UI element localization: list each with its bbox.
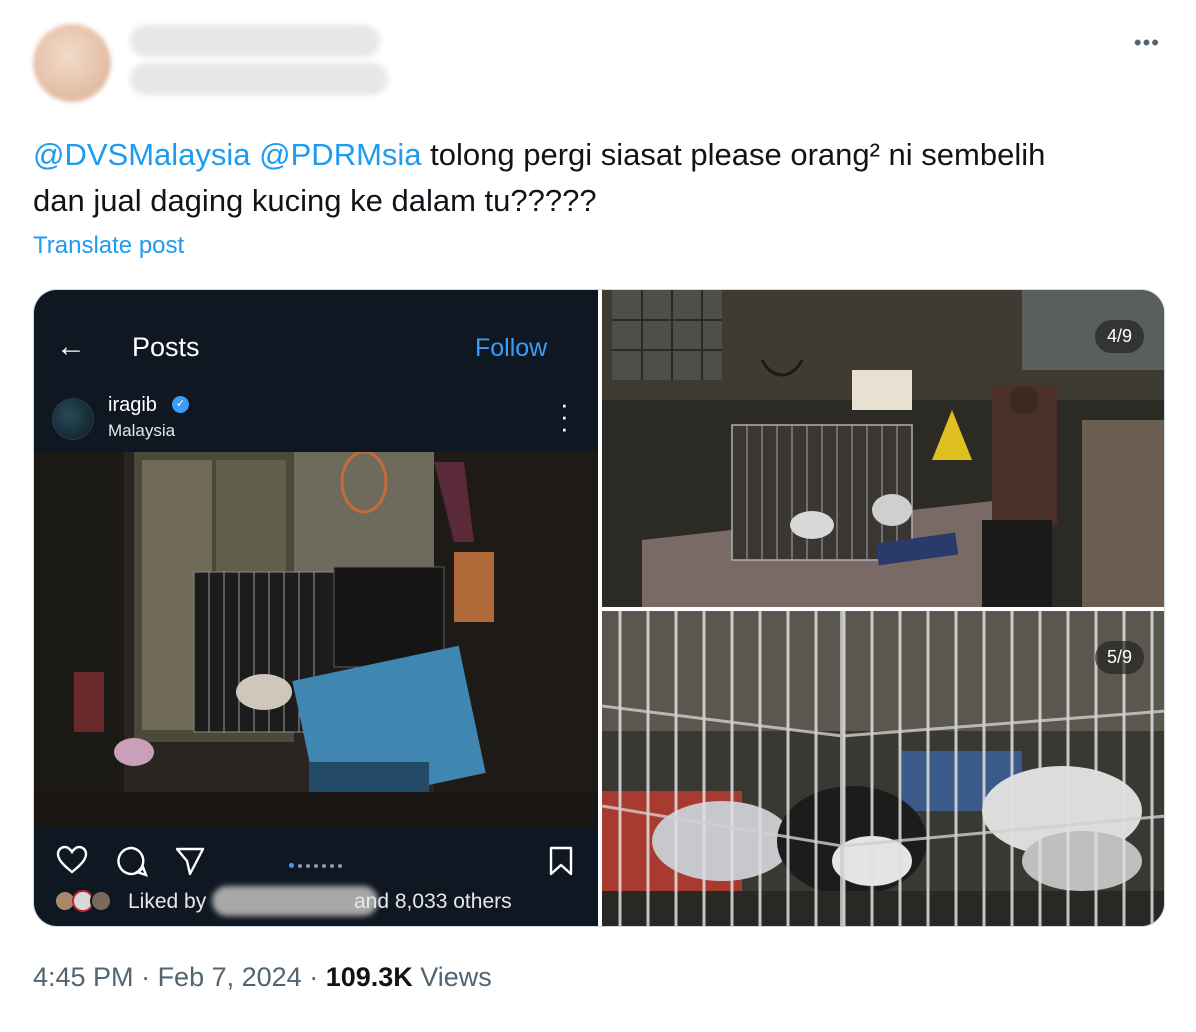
media-photo-cage-closeup[interactable]: 5/9 xyxy=(602,611,1164,926)
share-paper-plane-icon[interactable] xyxy=(174,845,206,877)
author-handle-redacted[interactable] xyxy=(130,63,388,95)
carousel-indicator xyxy=(289,855,346,873)
views-count: 109.3K xyxy=(325,962,413,992)
more-options-icon[interactable]: ••• xyxy=(1134,30,1160,56)
media-instagram-screenshot[interactable]: ← Posts Follow iragib ✓ Malaysia · · · L… xyxy=(34,290,598,926)
meta-separator: · xyxy=(301,962,326,992)
instagram-header-title: Posts xyxy=(132,332,200,362)
tweet-date[interactable]: Feb 7, 2024 xyxy=(158,962,302,992)
photo-counter: 5/9 xyxy=(1094,641,1144,674)
cage-photo xyxy=(602,611,1164,926)
bookmark-icon[interactable] xyxy=(548,845,574,877)
instagram-header: ← Posts Follow xyxy=(34,320,598,376)
translate-post-link[interactable]: Translate post xyxy=(33,232,184,260)
media-photo-market-cages[interactable]: 4/9 xyxy=(602,290,1164,607)
instagram-liked-by: Liked by and 8,033 others xyxy=(34,886,598,920)
tweet-text-line-1: tolong pergi siasat please orang² ni sem… xyxy=(421,137,1046,172)
tweet-text: @DVSMalaysia @PDRMsia tolong pergi siasa… xyxy=(33,132,1173,224)
media-grid: ← Posts Follow iragib ✓ Malaysia · · · L… xyxy=(33,289,1165,927)
tweet-text-line-2: dan jual daging kucing ke dalam tu????? xyxy=(33,183,597,218)
instagram-location[interactable]: Malaysia xyxy=(108,421,175,441)
instagram-avatar[interactable] xyxy=(52,398,94,440)
instagram-post-photo xyxy=(34,452,598,828)
tweet-meta: 4:45 PM · Feb 7, 2024 · 109.3K Views xyxy=(33,962,492,993)
views-label: Views xyxy=(412,962,492,992)
comment-icon[interactable] xyxy=(116,845,148,877)
mention-pdrmsia[interactable]: @PDRMsia xyxy=(259,137,421,172)
verified-badge-icon: ✓ xyxy=(172,396,189,413)
instagram-follow-button[interactable]: Follow xyxy=(475,334,547,363)
author-name-redacted[interactable] xyxy=(130,25,380,57)
liked-by-prefix: Liked by xyxy=(128,890,207,913)
tweet-time[interactable]: 4:45 PM xyxy=(33,962,134,992)
author-avatar[interactable] xyxy=(33,24,111,102)
back-arrow-icon[interactable]: ← xyxy=(56,330,86,364)
meta-separator: · xyxy=(133,962,158,992)
market-photo xyxy=(602,290,1164,607)
liked-by-avatars xyxy=(54,890,122,912)
instagram-post-author: iragib ✓ Malaysia · · · xyxy=(34,390,598,450)
kebab-menu-icon[interactable]: · · · xyxy=(560,391,569,441)
photo-counter: 4/9 xyxy=(1094,320,1144,353)
instagram-username[interactable]: iragib xyxy=(108,394,157,417)
liked-by-count[interactable]: and 8,033 others xyxy=(354,890,512,914)
instagram-action-bar xyxy=(34,835,598,883)
phone-status-bar xyxy=(34,290,598,298)
mention-dvsmalaysia[interactable]: @DVSMalaysia xyxy=(33,137,251,172)
like-heart-icon[interactable] xyxy=(56,845,88,875)
